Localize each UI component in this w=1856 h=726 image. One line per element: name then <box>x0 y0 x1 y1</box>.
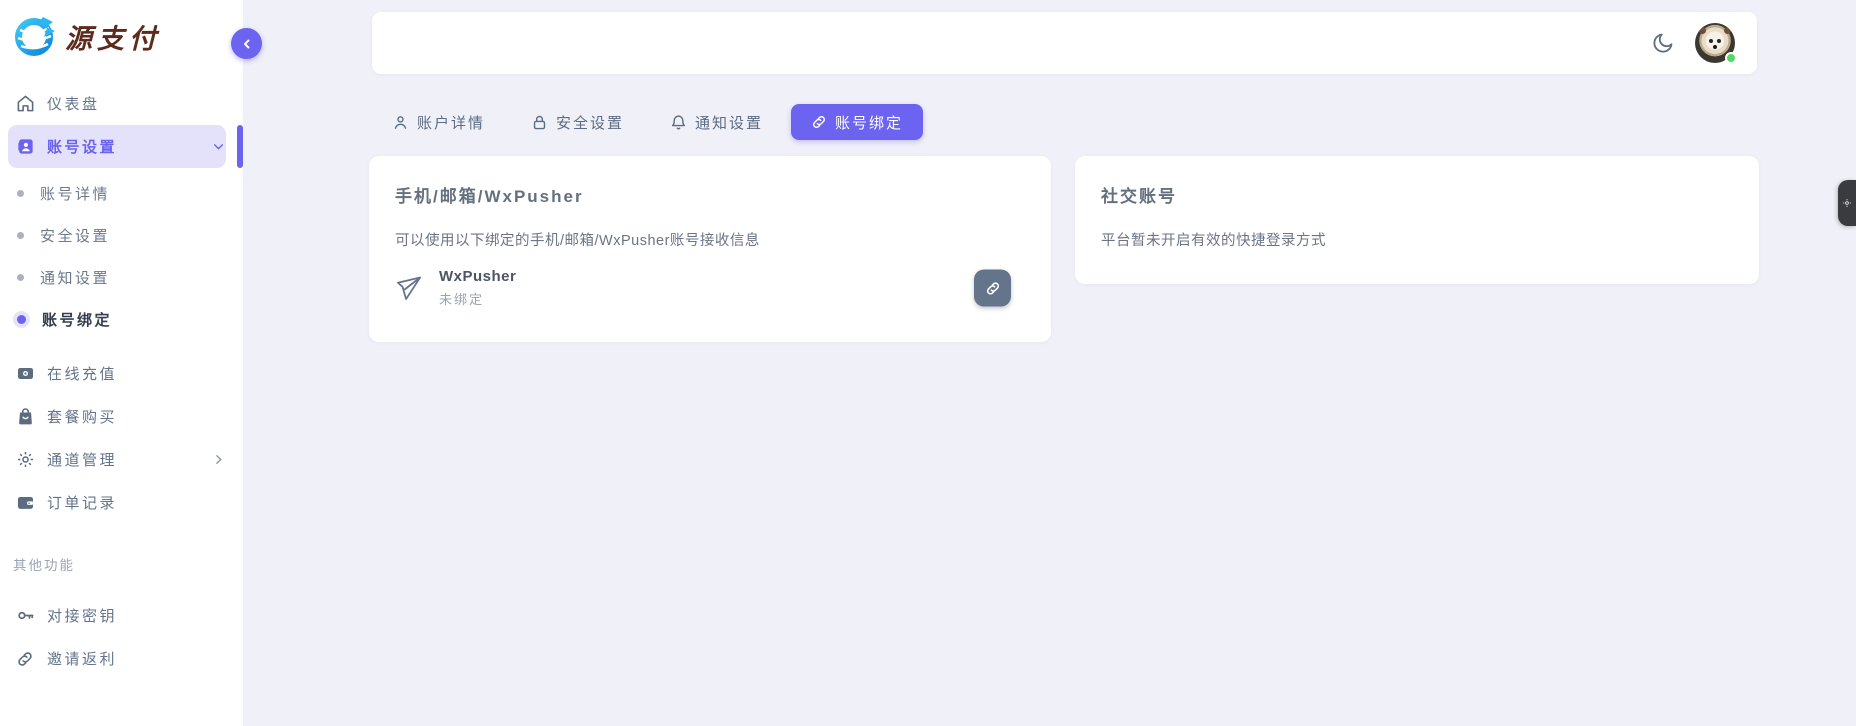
sidebar-item-account-settings[interactable]: 账号设置 <box>0 125 243 168</box>
binding-info: WxPusher 未绑定 <box>439 268 516 308</box>
sidebar-item-label: 账号设置 <box>47 136 117 157</box>
binding-card: 手机/邮箱/WxPusher 可以使用以下绑定的手机/邮箱/WxPusher账号… <box>369 156 1051 342</box>
link-icon <box>811 114 827 130</box>
sidebar-subitem-account-binding[interactable]: 账号绑定 <box>0 298 243 340</box>
tab-notification-settings[interactable]: 通知设置 <box>670 112 763 133</box>
tab-account-binding[interactable]: 账号绑定 <box>791 104 923 140</box>
home-icon <box>15 94 35 114</box>
lock-icon <box>531 114 548 131</box>
brand-name: 源支付 <box>65 17 161 56</box>
bullet-dot-icon <box>17 190 24 197</box>
gear-icon <box>1842 198 1852 208</box>
sidebar-item-online-recharge[interactable]: 在线充值 <box>0 352 243 395</box>
binding-card-description: 可以使用以下绑定的手机/邮箱/WxPusher账号接收信息 <box>395 229 1025 250</box>
tab-security-settings[interactable]: 安全设置 <box>531 112 624 133</box>
sidebar-item-label: 套餐购买 <box>47 406 117 427</box>
gear-icon <box>15 450 35 470</box>
settings-tabs: 账户详情 安全设置 通知设置 账号绑定 <box>392 104 923 140</box>
social-accounts-card: 社交账号 平台暂未开启有效的快捷登录方式 <box>1075 156 1759 284</box>
social-card-title: 社交账号 <box>1101 182 1733 207</box>
sidebar-item-package-purchase[interactable]: 套餐购买 <box>0 395 243 438</box>
sidebar-item-channel-management[interactable]: 通道管理 <box>0 438 243 481</box>
link-icon <box>985 280 1001 296</box>
tab-label: 账号绑定 <box>835 112 903 133</box>
topbar <box>372 12 1757 74</box>
settings-drawer-tab[interactable] <box>1838 180 1856 226</box>
sidebar-subitem-label: 账号详情 <box>40 183 110 204</box>
sidebar-nav: 仪表盘 账号设置 账号详情 安全设 <box>0 72 243 680</box>
sidebar-item-label: 仪表盘 <box>47 93 100 114</box>
sidebar-section-other-functions: 其他功能 <box>0 550 243 578</box>
tab-account-details[interactable]: 账户详情 <box>392 112 485 133</box>
banknote-icon <box>15 364 35 384</box>
sidebar-item-label: 订单记录 <box>47 492 117 513</box>
wxpusher-icon <box>395 274 423 302</box>
sidebar-collapse-button[interactable] <box>231 28 262 59</box>
key-icon <box>15 606 35 626</box>
account-settings-submenu: 账号详情 安全设置 通知设置 账号绑定 <box>0 172 243 340</box>
sidebar-item-api-keys[interactable]: 对接密钥 <box>0 594 243 637</box>
sidebar-item-dashboard[interactable]: 仪表盘 <box>0 82 243 125</box>
app-root: 源支付 仪表盘 账号设置 <box>0 0 1856 726</box>
sidebar-subitem-label: 安全设置 <box>40 225 110 246</box>
tab-label: 通知设置 <box>695 112 763 133</box>
user-avatar[interactable] <box>1695 23 1735 63</box>
sidebar: 源支付 仪表盘 账号设置 <box>0 0 243 726</box>
tab-label: 账户详情 <box>417 112 485 133</box>
active-indicator-bar <box>237 125 243 168</box>
binding-service-name: WxPusher <box>439 268 516 285</box>
tab-label: 安全设置 <box>556 112 624 133</box>
bullet-dot-icon <box>17 232 24 239</box>
binding-row-wxpusher: WxPusher 未绑定 <box>395 268 1025 308</box>
sidebar-subitem-security-settings[interactable]: 安全设置 <box>0 214 243 256</box>
theme-toggle-button[interactable] <box>1649 29 1677 57</box>
sidebar-item-label: 通道管理 <box>47 449 117 470</box>
chevron-left-icon <box>240 37 254 51</box>
link-icon <box>15 649 35 669</box>
binding-card-title: 手机/邮箱/WxPusher <box>395 182 1025 207</box>
chevron-right-icon <box>212 453 225 466</box>
bell-icon <box>670 114 687 131</box>
sidebar-item-order-records[interactable]: 订单记录 <box>0 481 243 524</box>
shopping-bag-icon <box>15 407 35 427</box>
social-card-description: 平台暂未开启有效的快捷登录方式 <box>1101 229 1733 250</box>
sidebar-item-label: 在线充值 <box>47 363 117 384</box>
bind-wxpusher-button[interactable] <box>974 270 1011 307</box>
sidebar-item-label: 对接密钥 <box>47 605 117 626</box>
sidebar-subitem-notification-settings[interactable]: 通知设置 <box>0 256 243 298</box>
globe-logo-icon <box>13 13 59 59</box>
active-bullet-dot-icon <box>17 315 26 324</box>
wallet-icon <box>15 493 35 513</box>
brand-logo[interactable]: 源支付 <box>0 0 243 72</box>
bullet-dot-icon <box>17 274 24 281</box>
sidebar-item-label: 邀请返利 <box>47 648 117 669</box>
id-badge-icon <box>15 137 35 157</box>
moon-icon <box>1651 31 1675 55</box>
binding-status: 未绑定 <box>439 289 516 308</box>
online-status-dot <box>1725 52 1737 64</box>
sidebar-subitem-account-details[interactable]: 账号详情 <box>0 172 243 214</box>
sidebar-subitem-label: 通知设置 <box>40 267 110 288</box>
sidebar-subitem-label: 账号绑定 <box>42 309 112 330</box>
nav-spacer <box>0 340 243 352</box>
person-icon <box>392 114 409 131</box>
chevron-down-icon <box>212 140 225 153</box>
sidebar-item-invite-rebate[interactable]: 邀请返利 <box>0 637 243 680</box>
